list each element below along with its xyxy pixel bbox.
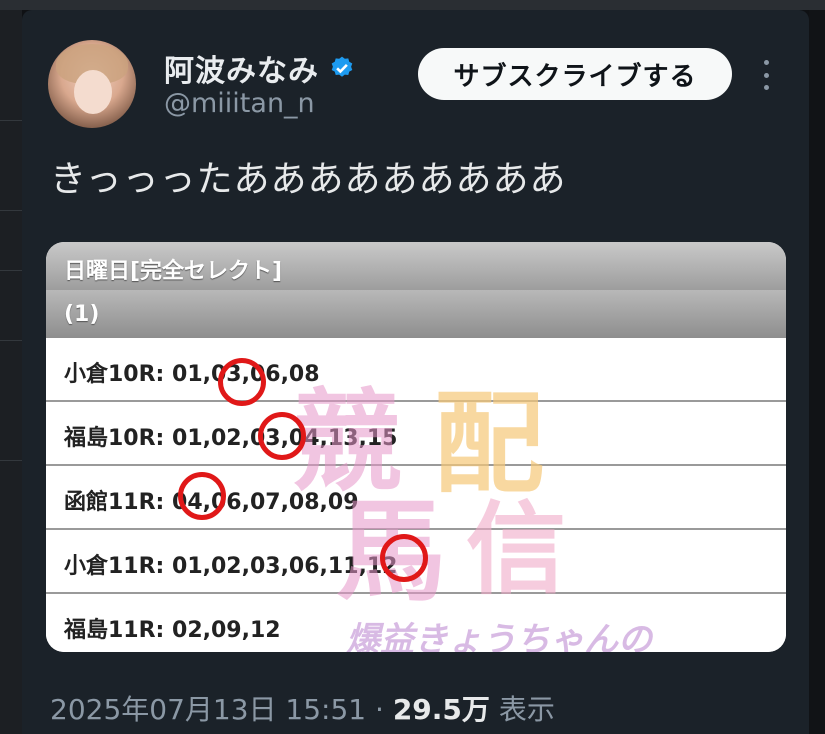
- background-left-column: [0, 10, 22, 734]
- views-label: 表示: [498, 693, 555, 726]
- user-name-row: 阿波みなみ: [164, 46, 355, 90]
- views-count: 29.5万: [392, 693, 490, 726]
- more-options-icon[interactable]: [760, 60, 772, 90]
- image-subheader-text: (1): [64, 302, 100, 327]
- meta-separator: ·: [375, 693, 384, 726]
- tweet-card: 阿波みなみ @miiitan_n サブスクライブする きっっったああああああああ…: [22, 10, 809, 734]
- selection-row-text: 小倉10R: 01,03,06,08: [64, 362, 320, 387]
- selection-row: 小倉10R: 01,03,06,08: [46, 338, 786, 402]
- watermark-char: 信: [466, 491, 566, 608]
- watermark-text: 爆益きょうちゃんの: [346, 620, 652, 652]
- tweet-meta: 2025年07月13日 15:51 · 29.5万 表示: [50, 688, 555, 728]
- red-circle-mark: [178, 472, 226, 520]
- timestamp[interactable]: 2025年07月13日 15:51: [50, 693, 366, 726]
- background-right-column: [809, 10, 825, 734]
- verified-badge-icon: [331, 56, 353, 77]
- display-name[interactable]: 阿波みなみ: [164, 46, 319, 90]
- user-handle[interactable]: @miiitan_n: [164, 88, 315, 119]
- tweet-image[interactable]: 日曜日[完全セレクト] (1) 小倉10R: 01,03,06,08 福島10R…: [46, 242, 786, 652]
- selection-row-text: 福島11R: 02,09,12: [64, 618, 281, 643]
- selection-row: 福島10R: 01,02,03,04,13,15: [46, 402, 786, 466]
- subscribe-button[interactable]: サブスクライブする: [418, 48, 732, 100]
- tweet-text: きっっったあああああああああ: [50, 159, 567, 200]
- image-header-text: 日曜日[完全セレクト]: [64, 259, 283, 284]
- red-circle-mark: [258, 412, 306, 460]
- top-strip: [0, 0, 825, 10]
- avatar-face: [74, 70, 112, 114]
- red-circle-mark: [218, 358, 266, 406]
- avatar[interactable]: [48, 40, 136, 128]
- image-header: 日曜日[完全セレクト]: [46, 242, 786, 290]
- red-circle-mark: [380, 534, 428, 582]
- image-subheader: (1): [46, 290, 786, 338]
